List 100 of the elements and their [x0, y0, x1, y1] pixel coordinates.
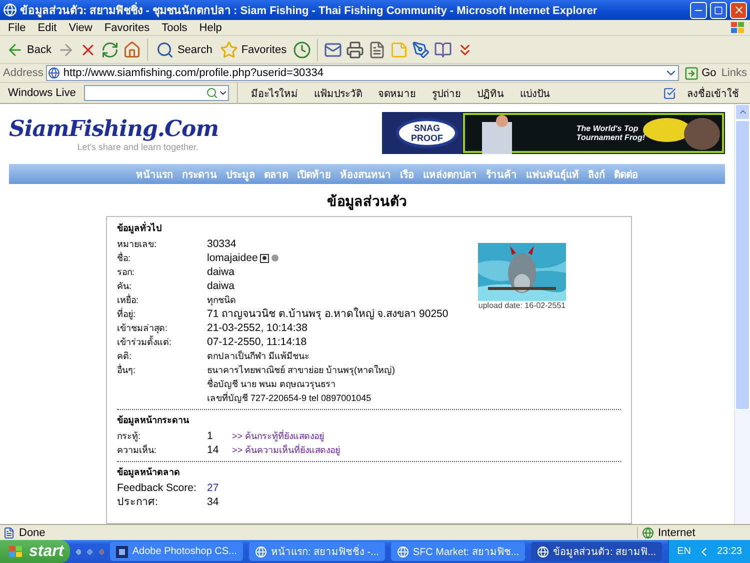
- menu-item[interactable]: Favorites: [98, 22, 156, 34]
- home-button[interactable]: [123, 40, 142, 58]
- field-label: ความเห็น:: [117, 444, 158, 457]
- go-icon: [684, 66, 699, 80]
- field-value: daiwa: [207, 279, 234, 293]
- taskbar-button[interactable]: หน้าแรก: สยามฟิชชิ่ง -...: [248, 542, 385, 561]
- field-value: 21-03-2552, 10:14:38: [207, 321, 308, 335]
- field-label: คติ:: [117, 350, 133, 363]
- close-icon: [732, 4, 744, 16]
- toolbar-link[interactable]: มีอะไรใหม่: [246, 86, 303, 100]
- section-title: ข้อมูลทั่วไป: [117, 221, 163, 235]
- site-logo[interactable]: SiamFishing.Com: [9, 116, 218, 142]
- windows-logo: [730, 20, 746, 34]
- star-icon: [220, 40, 238, 58]
- minimize-button[interactable]: [690, 2, 707, 18]
- clock: 23:23: [716, 546, 742, 557]
- back-button[interactable]: Back: [4, 40, 54, 58]
- toolbar-link[interactable]: จดหมาย: [372, 86, 421, 100]
- browser-icon: [537, 546, 550, 558]
- toolbar-link[interactable]: แบ่งปัน: [514, 86, 555, 100]
- mail-button[interactable]: [324, 40, 342, 58]
- sign-in-link[interactable]: ลงชื่อเข้าใช้: [682, 86, 744, 100]
- ad-slogan: The World's Top: [576, 124, 640, 133]
- clock-icon: [292, 40, 311, 58]
- upload-date: upload date: 16-02-2551: [478, 301, 566, 310]
- ad-slogan: Tournament Frog!: [576, 133, 645, 142]
- field-value: ทุกชนิด: [207, 294, 236, 307]
- address-field[interactable]: http://www.siamfishing.com/profile.php?userid=30334: [46, 65, 679, 81]
- menu-item[interactable]: Tools: [156, 22, 194, 34]
- printer-icon: [346, 40, 364, 58]
- taskbar-button[interactable]: Adobe Photoshop CS...: [110, 542, 243, 561]
- links-button[interactable]: Links: [721, 67, 747, 79]
- search-icon: [156, 40, 174, 58]
- pen-button[interactable]: [412, 40, 430, 58]
- field-label: ประกาศ:: [117, 495, 159, 509]
- research-button[interactable]: [434, 40, 452, 58]
- field-value: ตกปลาเป็นกีฬา มีแพ้มีชนะ: [207, 350, 310, 363]
- field-label: Feedback Score:: [117, 481, 198, 495]
- menu-item[interactable]: Help: [193, 22, 228, 34]
- windows-logo: [8, 544, 24, 558]
- profile-icon: [260, 254, 269, 262]
- field-label: ที่อยู่:: [117, 307, 137, 321]
- field-value: เลขที่บัญชี 727-220654-9 tel 0897001045: [207, 391, 372, 405]
- go-button[interactable]: Go: [682, 66, 718, 80]
- toolbar-link[interactable]: แฟ้มประวัติ: [308, 86, 367, 100]
- field-label: อื่นๆ:: [117, 363, 137, 377]
- document-icon: [368, 40, 386, 58]
- field-value: daiwa: [207, 265, 234, 279]
- history-button[interactable]: [292, 40, 311, 58]
- field-value: 71 ถาญจนวนิช ต.บ้านพรุ อ.หาดใหญ่ จ.สงขลา 90250: [207, 307, 448, 321]
- edit-button[interactable]: [368, 40, 386, 58]
- search-link[interactable]: >> ค้นกระทู้ที่ยังแสดงอยู่: [232, 429, 324, 443]
- field-label: เข้าชมล่าสุด:: [117, 322, 169, 335]
- book-icon: [434, 40, 452, 58]
- field-label: ชื่อ:: [117, 251, 132, 265]
- field-value: 1: [207, 429, 214, 443]
- close-button[interactable]: [730, 2, 747, 18]
- field-value: ธนาคารไทยพาณิชย์ สาขาย่อย บ้านพรุ(หาดใหญ่): [207, 364, 395, 377]
- windows-live-button[interactable]: Windows Live: [6, 87, 78, 99]
- address-label: Address: [3, 67, 44, 79]
- mail-icon: [324, 40, 342, 58]
- tagline: Let's share and learn together.: [77, 142, 198, 152]
- print-button[interactable]: [346, 40, 364, 58]
- field-value: 30334: [207, 237, 236, 251]
- toolbar-link[interactable]: รูปถ่าย: [426, 86, 466, 100]
- menu-item[interactable]: File: [2, 22, 32, 34]
- field-value: ชื่อบัญชี นาย พนม ตฤษณวรุนธรา: [207, 377, 337, 391]
- restore-button[interactable]: [710, 2, 727, 18]
- refresh-button[interactable]: [101, 40, 120, 58]
- field-value: lomajaidee: [207, 251, 258, 265]
- menu-item[interactable]: Edit: [32, 22, 63, 34]
- field-value[interactable]: 27: [207, 481, 219, 495]
- window-title: ข้อมูลส่วนตัว: สยามฟิชชิ่ง - ชุมชนนักตกปลา : Siam Fishing - Thai Fishing Community - Microsoft Internet Explorer: [20, 1, 687, 19]
- search-icon[interactable]: [206, 87, 218, 99]
- status-text: Done: [19, 526, 46, 538]
- globe-icon: [642, 526, 654, 538]
- app-icon: [116, 546, 128, 558]
- search-button[interactable]: Search: [154, 40, 214, 58]
- note-icon: [390, 40, 408, 58]
- field-label: หมายเลข:: [117, 238, 158, 251]
- search-link[interactable]: >> ค้นความเห็นที่ยังแสดงอยู่: [232, 443, 340, 457]
- field-label: เข้าร่วมตั้งแต่:: [117, 335, 173, 349]
- page-heading: ข้อมูลส่วนตัว: [326, 192, 408, 210]
- favorites-button[interactable]: Favorites: [218, 40, 289, 58]
- refresh-icon: [101, 40, 120, 58]
- banner-ad[interactable]: SNAG PROOF The World's Top Tournament Frog!: [382, 112, 725, 154]
- field-label: กระทู้:: [117, 430, 142, 443]
- scrollbar[interactable]: [734, 104, 750, 524]
- browser-icon: [396, 546, 409, 558]
- status-dot-icon: [270, 254, 279, 262]
- browser-icon: [254, 546, 267, 558]
- zone-label: Internet: [658, 526, 696, 538]
- toolbar-link[interactable]: ปฏิทิน: [472, 86, 509, 100]
- field-value: 34: [207, 495, 219, 509]
- section-title: ข้อมูลหน้าตลาด: [117, 466, 181, 479]
- taskbar-button[interactable]: SFC Market: สยามฟิช...: [390, 542, 526, 561]
- menu-item[interactable]: View: [62, 22, 98, 34]
- search-field[interactable]: [84, 85, 229, 101]
- section-title: ข้อมูลหน้ากระดาน: [117, 414, 190, 427]
- taskbar-button[interactable]: ข้อมูลส่วนตัว: สยามฟิ...: [531, 542, 662, 561]
